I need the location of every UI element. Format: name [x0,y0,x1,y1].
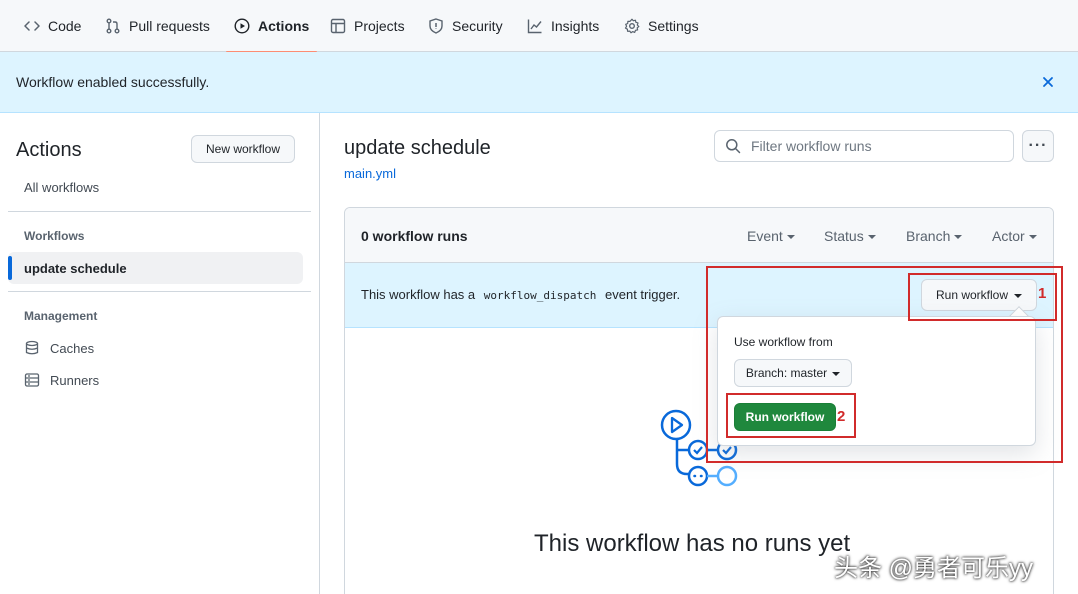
tab-actions-label: Actions [258,18,310,34]
branch-filter-label: Branch [906,228,951,244]
tab-projects[interactable]: Projects [330,0,405,52]
tab-insights[interactable]: Insights [527,0,599,52]
server-icon [24,373,40,387]
dispatch-code: workflow_dispatch [483,289,597,302]
selected-indicator [8,256,12,280]
tab-actions[interactable]: Actions [225,0,318,53]
tab-code-label: Code [48,18,82,34]
tab-pull-requests-label: Pull requests [129,18,210,34]
management-heading: Management [24,309,98,323]
tab-settings-label: Settings [648,18,699,34]
play-icon [234,18,250,34]
tab-settings[interactable]: Settings [624,0,699,52]
flash-message: Workflow enabled successfully. [16,74,210,90]
repo-nav: Code Pull requests Actions Projects Secu… [0,0,1078,53]
filter-runs-search [714,130,1014,162]
code-icon [24,21,40,31]
caret-down-icon [1014,294,1023,298]
tab-projects-label: Projects [354,18,405,34]
sidebar-item-label: Caches [50,340,95,356]
dispatch-prefix: This workflow has a [361,287,476,302]
annotation-marker-2: 2 [837,408,846,425]
empty-state-title: This workflow has no runs yet [534,530,851,557]
actor-filter[interactable]: Actor [992,228,1037,244]
tab-security[interactable]: Security [428,0,503,52]
runs-count: 0 workflow runs [361,228,468,244]
caret-down-icon [954,235,963,239]
event-filter[interactable]: Event [747,228,795,244]
tab-security-label: Security [452,18,503,34]
status-filter-label: Status [824,228,864,244]
workflows-heading: Workflows [24,229,85,243]
sidebar-item-label: All workflows [24,180,100,195]
branch-select-button[interactable]: Branch: master [734,359,852,387]
annotation-marker-1: 1 [1038,285,1047,302]
tab-code[interactable]: Code [24,0,81,52]
sidebar-divider [8,211,311,212]
actor-filter-label: Actor [992,228,1025,244]
sidebar-item-runners[interactable]: Runners [24,372,99,388]
status-filter[interactable]: Status [824,228,876,244]
graph-icon [527,19,542,34]
branch-filter[interactable]: Branch [906,228,963,244]
gear-icon [624,18,640,34]
caret-down-icon [786,235,795,239]
dispatch-suffix: event trigger. [605,287,681,302]
search-icon [726,139,741,154]
caret-down-icon [1028,235,1037,239]
dispatch-message: This workflow has a workflow_dispatch ev… [361,287,680,302]
sidebar-item-label: Runners [50,372,100,388]
tab-pull-requests[interactable]: Pull requests [105,0,210,52]
new-workflow-button[interactable]: New workflow [191,135,295,163]
shield-icon [429,18,443,34]
run-workflow-button[interactable]: Run workflow [734,403,836,431]
event-filter-label: Event [747,228,783,244]
run-workflow-dropdown: Use workflow from Branch: master Run wor… [717,316,1036,446]
pull-request-icon [106,18,120,34]
runs-header: 0 workflow runs Event Status Branch Acto… [345,208,1053,263]
sidebar-item-label: update schedule [24,261,127,276]
caret-down-icon [867,235,876,239]
search-input[interactable] [751,138,1001,154]
tab-insights-label: Insights [551,18,600,34]
sidebar-item-caches[interactable]: Caches [24,340,94,356]
actions-sidebar: Actions New workflow All workflows Workf… [0,113,320,594]
sidebar-item-all-workflows[interactable]: All workflows [24,180,99,195]
more-options-button[interactable]: ··· [1022,130,1054,162]
sidebar-item-update-schedule-text[interactable]: update schedule [24,261,127,276]
run-workflow-toggle-label: Run workflow [935,288,1009,302]
use-workflow-from-label: Use workflow from [734,335,833,349]
branch-select-label: Branch: master [745,366,828,380]
caret-down-icon [832,372,841,376]
workflow-file-link[interactable]: main.yml [344,166,396,181]
database-icon [25,340,39,355]
flash-banner: Workflow enabled successfully. [0,52,1078,113]
page-title: update schedule [344,137,491,159]
sidebar-divider [8,291,311,292]
table-icon [330,18,346,34]
watermark-text: 头条 @勇者可乐yy [834,555,1034,582]
sidebar-title: Actions [16,139,82,161]
close-icon[interactable] [1040,74,1056,90]
